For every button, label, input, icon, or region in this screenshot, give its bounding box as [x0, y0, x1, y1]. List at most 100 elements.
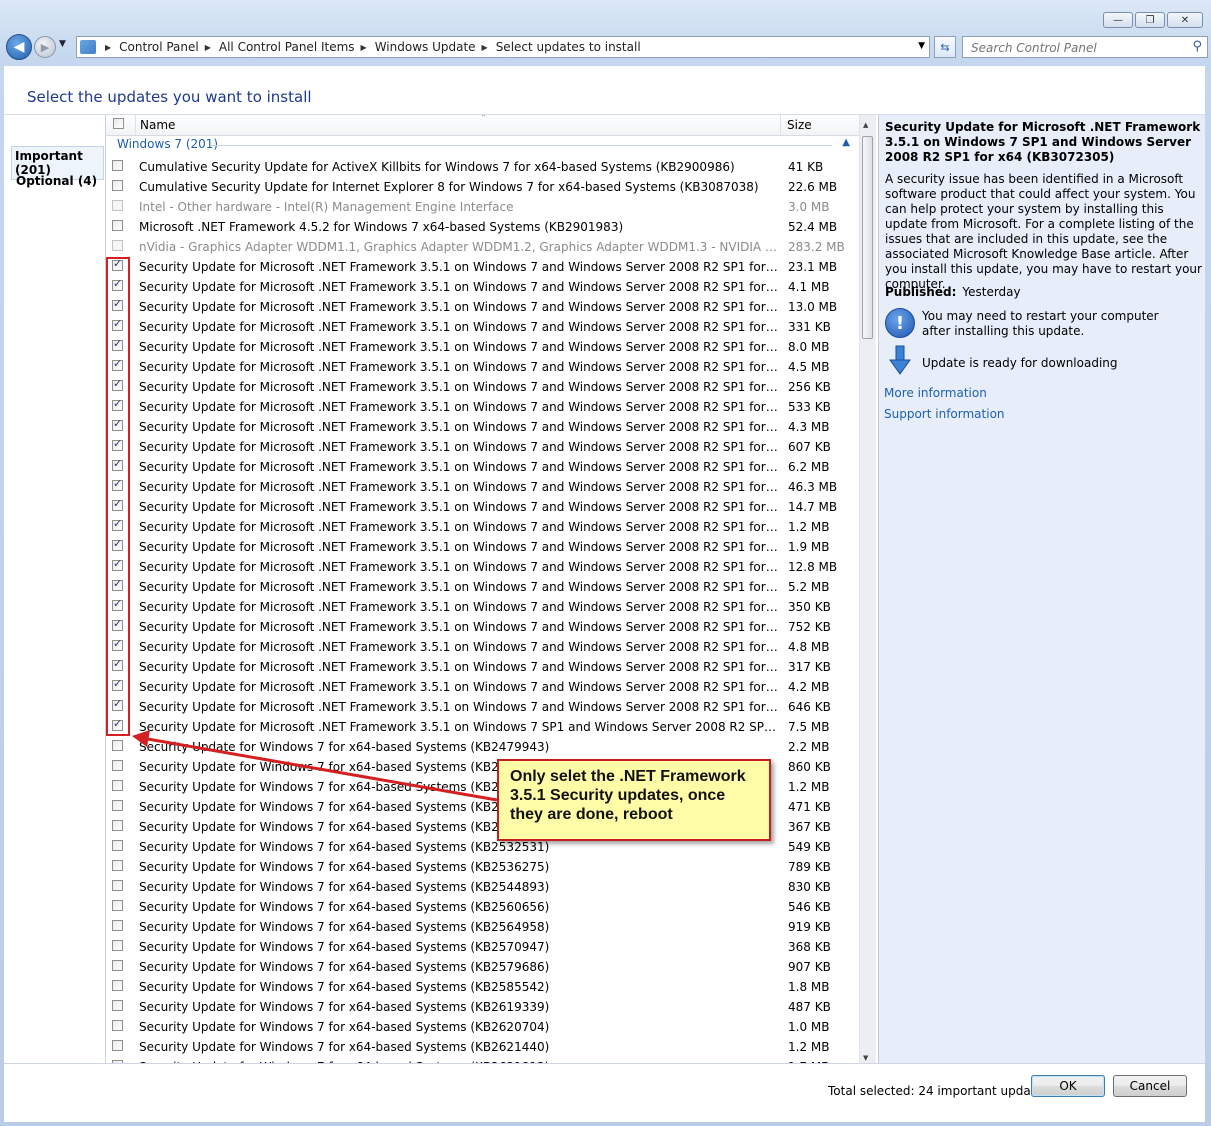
table-row[interactable]: Security Update for Microsoft .NET Frame… — [106, 717, 860, 737]
table-row[interactable]: Security Update for Microsoft .NET Frame… — [106, 437, 860, 457]
row-checkbox[interactable] — [112, 1000, 123, 1011]
row-checkbox[interactable] — [112, 960, 123, 971]
cancel-button[interactable]: Cancel — [1113, 1075, 1187, 1097]
more-information-link[interactable]: More information — [884, 386, 987, 400]
table-row[interactable]: nVidia - Graphics Adapter WDDM1.1, Graph… — [106, 237, 860, 257]
breadcrumb-windows-update[interactable]: Windows Update — [375, 40, 476, 54]
table-row[interactable]: Cumulative Security Update for ActiveX K… — [106, 157, 860, 177]
table-row[interactable]: Security Update for Windows 7 for x64-ba… — [106, 737, 860, 757]
column-header-size[interactable]: Size — [787, 118, 812, 132]
breadcrumb-control-panel[interactable]: Control Panel — [119, 40, 199, 54]
row-name: Security Update for Microsoft .NET Frame… — [139, 420, 779, 434]
group-header[interactable]: Windows 7 (201) ▲ — [117, 137, 852, 155]
table-row[interactable]: Cumulative Security Update for Internet … — [106, 177, 860, 197]
row-checkbox[interactable] — [112, 940, 123, 951]
row-size: 1.2 MB — [788, 780, 830, 794]
breadcrumb-select-updates[interactable]: Select updates to install — [496, 40, 641, 54]
address-bar[interactable]: ▶ Control Panel ▶ All Control Panel Items … — [76, 36, 930, 58]
row-checkbox[interactable] — [112, 820, 123, 831]
table-row[interactable]: Microsoft .NET Framework 4.5.2 for Windo… — [106, 217, 860, 237]
table-row[interactable]: Security Update for Microsoft .NET Frame… — [106, 537, 860, 557]
table-row[interactable]: Security Update for Windows 7 for x64-ba… — [106, 877, 860, 897]
breadcrumb-separator-icon[interactable]: ▶ — [361, 43, 367, 52]
breadcrumb-all-items[interactable]: All Control Panel Items — [219, 40, 355, 54]
support-information-link[interactable]: Support information — [884, 407, 1005, 421]
table-row[interactable]: Security Update for Microsoft .NET Frame… — [106, 257, 860, 277]
table-row[interactable]: Security Update for Windows 7 for x64-ba… — [106, 917, 860, 937]
table-row[interactable]: Security Update for Microsoft .NET Frame… — [106, 477, 860, 497]
table-row[interactable]: Intel - Other hardware - Intel(R) Manage… — [106, 197, 860, 217]
row-checkbox — [112, 200, 123, 211]
forward-arrow-icon[interactable]: ▶ — [34, 36, 56, 58]
search-input[interactable] — [969, 38, 1183, 58]
close-icon[interactable]: ✕ — [1167, 12, 1203, 28]
table-row[interactable]: Security Update for Microsoft .NET Frame… — [106, 337, 860, 357]
table-row[interactable]: Security Update for Microsoft .NET Frame… — [106, 677, 860, 697]
refresh-icon[interactable]: ⇆ — [934, 36, 956, 58]
table-row[interactable]: Security Update for Microsoft .NET Frame… — [106, 657, 860, 677]
breadcrumb-separator-icon[interactable]: ▶ — [482, 43, 488, 52]
caption-buttons: — ❐ ✕ — [1103, 12, 1203, 28]
row-checkbox[interactable] — [112, 760, 123, 771]
table-row[interactable]: Security Update for Microsoft .NET Frame… — [106, 577, 860, 597]
back-arrow-icon[interactable]: ◀ — [6, 34, 32, 60]
category-optional[interactable]: Optional (4) — [13, 172, 100, 190]
table-row[interactable]: Security Update for Windows 7 for x64-ba… — [106, 957, 860, 977]
row-checkbox[interactable] — [112, 880, 123, 891]
table-row[interactable]: Security Update for Microsoft .NET Frame… — [106, 297, 860, 317]
row-checkbox[interactable] — [112, 800, 123, 811]
select-all-checkbox[interactable] — [113, 118, 124, 129]
row-size: 830 KB — [788, 880, 831, 894]
scrollbar-thumb[interactable] — [862, 136, 873, 339]
table-row[interactable]: Security Update for Windows 7 for x64-ba… — [106, 1037, 860, 1057]
row-checkbox[interactable] — [112, 1020, 123, 1031]
table-row[interactable]: Security Update for Windows 7 for x64-ba… — [106, 897, 860, 917]
table-row[interactable]: Security Update for Microsoft .NET Frame… — [106, 597, 860, 617]
breadcrumb-separator-icon[interactable]: ▶ — [205, 43, 211, 52]
table-row[interactable]: Security Update for Microsoft .NET Frame… — [106, 517, 860, 537]
row-checkbox[interactable] — [112, 920, 123, 931]
table-row[interactable]: Security Update for Microsoft .NET Frame… — [106, 497, 860, 517]
table-row[interactable]: Security Update for Microsoft .NET Frame… — [106, 377, 860, 397]
annotation-highlight-box — [106, 257, 130, 736]
row-name: Security Update for Microsoft .NET Frame… — [139, 460, 779, 474]
table-row[interactable]: Security Update for Windows 7 for x64-ba… — [106, 977, 860, 997]
details-published: Published: Yesterday — [885, 285, 1021, 299]
table-row[interactable]: Security Update for Windows 7 for x64-ba… — [106, 857, 860, 877]
row-checkbox[interactable] — [112, 740, 123, 751]
table-row[interactable]: Security Update for Microsoft .NET Frame… — [106, 397, 860, 417]
table-row[interactable]: Security Update for Microsoft .NET Frame… — [106, 457, 860, 477]
row-checkbox[interactable] — [112, 780, 123, 791]
restore-icon[interactable]: ❐ — [1135, 12, 1165, 28]
address-dropdown-icon[interactable]: ▼ — [918, 41, 925, 51]
collapse-chevron-icon[interactable]: ▲ — [842, 137, 850, 148]
table-row[interactable]: Security Update for Windows 7 for x64-ba… — [106, 937, 860, 957]
minimize-icon[interactable]: — — [1103, 12, 1133, 28]
column-header-name[interactable]: ⌃ Name — [135, 115, 781, 135]
row-checkbox[interactable] — [112, 160, 123, 171]
table-row[interactable]: Security Update for Microsoft .NET Frame… — [106, 357, 860, 377]
table-row[interactable]: Security Update for Microsoft .NET Frame… — [106, 637, 860, 657]
table-row[interactable]: Security Update for Microsoft .NET Frame… — [106, 557, 860, 577]
row-size: 8.0 MB — [788, 340, 830, 354]
table-row[interactable]: Security Update for Windows 7 for x64-ba… — [106, 997, 860, 1017]
row-checkbox[interactable] — [112, 220, 123, 231]
table-row[interactable]: Security Update for Microsoft .NET Frame… — [106, 697, 860, 717]
list-scrollbar[interactable]: ▲ ▼ — [859, 115, 876, 1064]
search-icon[interactable]: ⚲ — [1192, 39, 1202, 54]
row-checkbox[interactable] — [112, 1040, 123, 1051]
table-row[interactable]: Security Update for Microsoft .NET Frame… — [106, 417, 860, 437]
scroll-down-icon[interactable]: ▼ — [863, 1054, 868, 1062]
table-row[interactable]: Security Update for Microsoft .NET Frame… — [106, 617, 860, 637]
row-checkbox[interactable] — [112, 180, 123, 191]
row-checkbox[interactable] — [112, 900, 123, 911]
ok-button[interactable]: OK — [1031, 1075, 1105, 1097]
table-row[interactable]: Security Update for Microsoft .NET Frame… — [106, 277, 860, 297]
row-checkbox[interactable] — [112, 860, 123, 871]
table-row[interactable]: Security Update for Microsoft .NET Frame… — [106, 317, 860, 337]
scroll-up-icon[interactable]: ▲ — [863, 121, 868, 129]
table-row[interactable]: Security Update for Windows 7 for x64-ba… — [106, 1017, 860, 1037]
row-checkbox[interactable] — [112, 840, 123, 851]
recent-pages-dropdown-icon[interactable]: ▼ — [59, 39, 66, 49]
row-checkbox[interactable] — [112, 980, 123, 991]
